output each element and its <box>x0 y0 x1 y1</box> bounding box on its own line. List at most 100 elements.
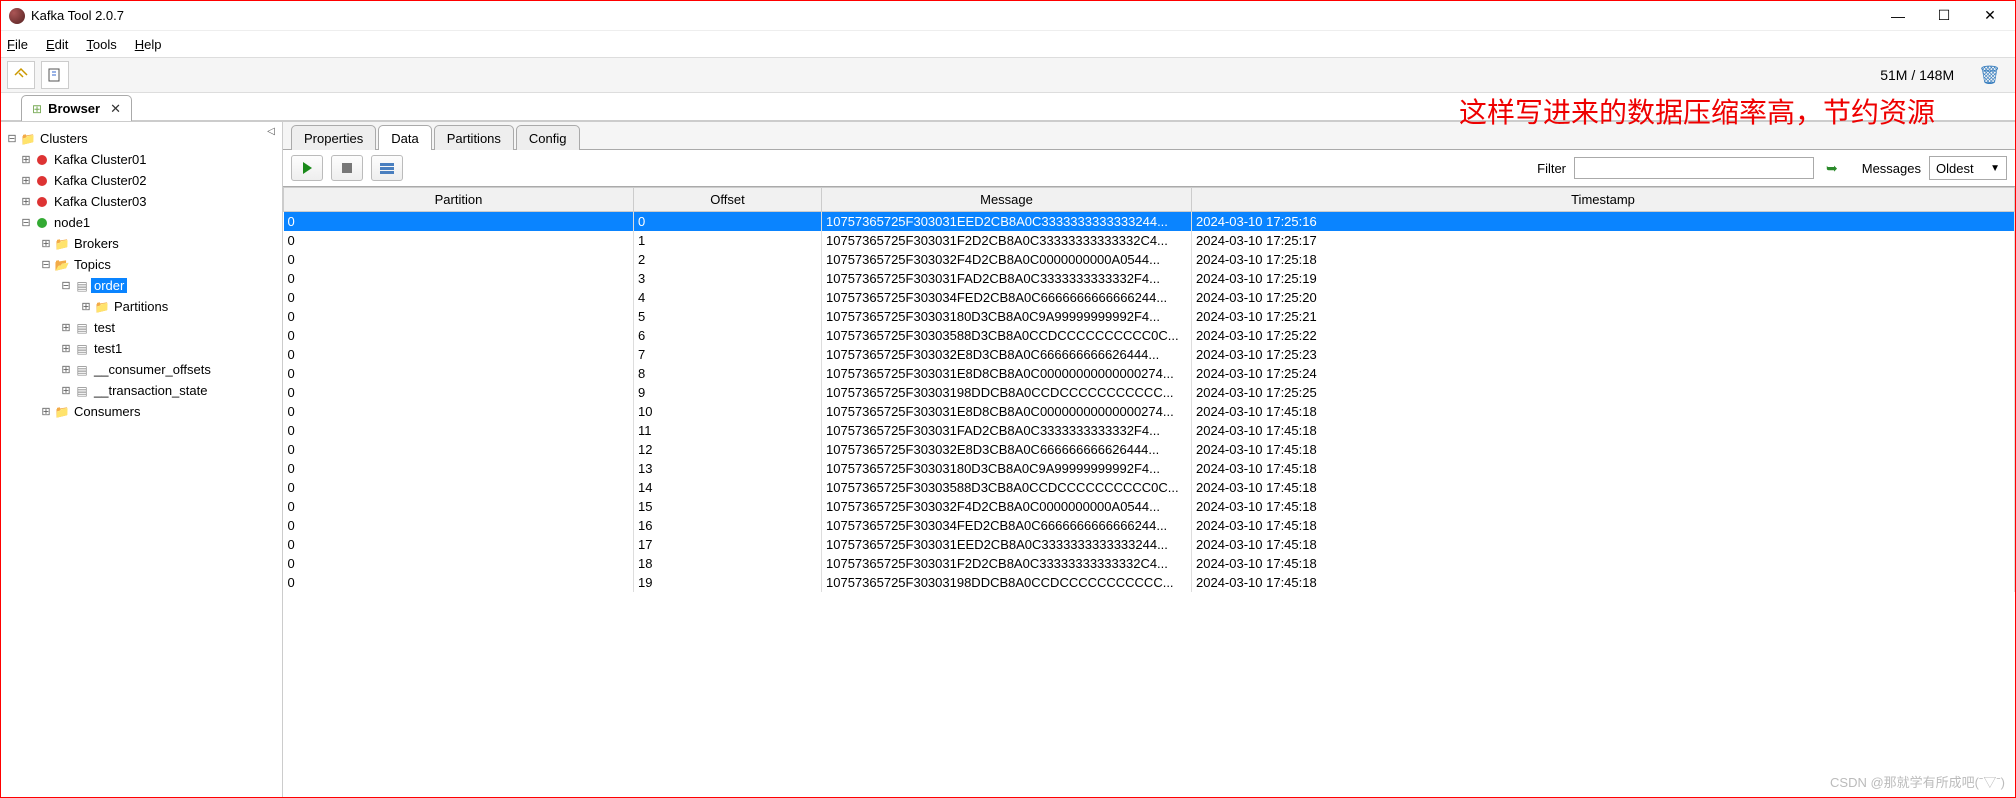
table-row[interactable]: 0610757365725F30303588D3CB8A0CCDCCCCCCCC… <box>284 326 2015 345</box>
tab-config[interactable]: Config <box>516 125 580 150</box>
cell-offset: 14 <box>634 478 822 497</box>
table-row[interactable]: 01410757365725F30303588D3CB8A0CCDCCCCCCC… <box>284 478 2015 497</box>
browser-tab-close[interactable]: ✕ <box>110 101 121 117</box>
tree-cluster02[interactable]: ⊞ Kafka Cluster02 <box>5 170 278 191</box>
table-row[interactable]: 0410757365725F303034FED2CB8A0C6666666666… <box>284 288 2015 307</box>
cell-timestamp: 2024-03-10 17:25:17 <box>1192 231 2015 250</box>
cell-message: 10757365725F303031E8D8CB8A0C000000000000… <box>822 364 1192 383</box>
menu-file[interactable]: File <box>7 37 28 52</box>
tab-data[interactable]: Data <box>378 125 431 150</box>
filter-input[interactable] <box>1574 157 1814 179</box>
messages-order-select[interactable]: Oldest ▼ <box>1929 156 2007 180</box>
menu-help[interactable]: Help <box>135 37 162 52</box>
col-message[interactable]: Message <box>822 188 1192 212</box>
table-row[interactable]: 01610757365725F303034FED2CB8A0C666666666… <box>284 516 2015 535</box>
table-row[interactable]: 01310757365725F30303180D3CB8A0C9A9999999… <box>284 459 2015 478</box>
cell-offset: 13 <box>634 459 822 478</box>
cell-timestamp: 2024-03-10 17:45:18 <box>1192 497 2015 516</box>
cell-timestamp: 2024-03-10 17:25:21 <box>1192 307 2015 326</box>
cell-offset: 18 <box>634 554 822 573</box>
col-offset[interactable]: Offset <box>634 188 822 212</box>
cell-timestamp: 2024-03-10 17:45:18 <box>1192 554 2015 573</box>
view-mode-button[interactable] <box>371 155 403 181</box>
tree-topic-order-partitions[interactable]: ⊞📁 Partitions <box>5 296 278 317</box>
maximize-button[interactable]: ☐ <box>1921 1 1967 31</box>
cell-partition: 0 <box>284 212 634 231</box>
watermark: CSDN @那就学有所成吧(ˉ▽ˉ) <box>1830 772 2005 791</box>
table-row[interactable]: 01110757365725F303031FAD2CB8A0C333333333… <box>284 421 2015 440</box>
table-row[interactable]: 0010757365725F303031EED2CB8A0C3333333333… <box>284 212 2015 231</box>
cell-partition: 0 <box>284 535 634 554</box>
play-button[interactable] <box>291 155 323 181</box>
cell-timestamp: 2024-03-10 17:25:16 <box>1192 212 2015 231</box>
cell-timestamp: 2024-03-10 17:45:18 <box>1192 478 2015 497</box>
toolbar-edit-button[interactable] <box>41 61 69 89</box>
browser-sidebar: ◁ ⊟📁 Clusters ⊞ Kafka Cluster01 ⊞ Kafka … <box>1 122 283 797</box>
table-row[interactable]: 0110757365725F303031F2D2CB8A0C3333333333… <box>284 231 2015 250</box>
cell-message: 10757365725F303032F4D2CB8A0C0000000000A0… <box>822 250 1192 269</box>
main-area: ◁ ⊟📁 Clusters ⊞ Kafka Cluster01 ⊞ Kafka … <box>1 121 2015 797</box>
cell-partition: 0 <box>284 364 634 383</box>
tree-topic-test1[interactable]: ⊞▤ test1 <box>5 338 278 359</box>
table-row[interactable]: 0210757365725F303032F4D2CB8A0C0000000000… <box>284 250 2015 269</box>
cell-message: 10757365725F303031EED2CB8A0C333333333333… <box>822 212 1192 231</box>
table-row[interactable]: 0310757365725F303031FAD2CB8A0C3333333333… <box>284 269 2015 288</box>
tree-topic-order[interactable]: ⊟▤ order <box>5 275 278 296</box>
browser-tab[interactable]: ⊞ Browser ✕ <box>21 95 132 121</box>
apply-filter-icon[interactable]: ➥ <box>1822 160 1842 177</box>
minimize-button[interactable]: — <box>1875 1 1921 31</box>
cell-message: 10757365725F303031FAD2CB8A0C333333333333… <box>822 421 1192 440</box>
tree-topic-test[interactable]: ⊞▤ test <box>5 317 278 338</box>
tree-topic-transaction-state[interactable]: ⊞▤ __transaction_state <box>5 380 278 401</box>
topic-icon: ▤ <box>73 321 91 335</box>
table-row[interactable]: 01210757365725F303032E8D3CB8A0C666666666… <box>284 440 2015 459</box>
table-row[interactable]: 0810757365725F303031E8D8CB8A0C0000000000… <box>284 364 2015 383</box>
table-row[interactable]: 01810757365725F303031F2D2CB8A0C333333333… <box>284 554 2015 573</box>
table-row[interactable]: 01710757365725F303031EED2CB8A0C333333333… <box>284 535 2015 554</box>
topic-icon: ▤ <box>73 363 91 377</box>
cell-offset: 5 <box>634 307 822 326</box>
stop-button[interactable] <box>331 155 363 181</box>
tree-topic-consumer-offsets[interactable]: ⊞▤ __consumer_offsets <box>5 359 278 380</box>
table-row[interactable]: 0510757365725F30303180D3CB8A0C9A99999999… <box>284 307 2015 326</box>
tree-brokers[interactable]: ⊞📁 Brokers <box>5 233 278 254</box>
tree-node1[interactable]: ⊟ node1 <box>5 212 278 233</box>
tab-partitions[interactable]: Partitions <box>434 125 514 150</box>
sidebar-collapse-icon[interactable]: ◁ <box>264 126 278 140</box>
trash-icon[interactable]: 🗑 <box>1970 65 2009 86</box>
tree-consumers[interactable]: ⊞📁 Consumers <box>5 401 278 422</box>
col-partition[interactable]: Partition <box>284 188 634 212</box>
tab-properties[interactable]: Properties <box>291 125 376 150</box>
tree-cluster03[interactable]: ⊞ Kafka Cluster03 <box>5 191 278 212</box>
tree-cluster01[interactable]: ⊞ Kafka Cluster01 <box>5 149 278 170</box>
cell-timestamp: 2024-03-10 17:25:23 <box>1192 345 2015 364</box>
cell-timestamp: 2024-03-10 17:45:18 <box>1192 402 2015 421</box>
cell-message: 10757365725F303031EED2CB8A0C333333333333… <box>822 535 1192 554</box>
tree-topics[interactable]: ⊟📂 Topics <box>5 254 278 275</box>
toolbar-connect-button[interactable] <box>7 61 35 89</box>
cell-partition: 0 <box>284 573 634 592</box>
table-row[interactable]: 01510757365725F303032F4D2CB8A0C000000000… <box>284 497 2015 516</box>
table-row[interactable]: 0910757365725F30303198DDCB8A0CCDCCCCCCCC… <box>284 383 2015 402</box>
messages-label: Messages <box>1862 161 1921 176</box>
cell-offset: 17 <box>634 535 822 554</box>
tree-root-clusters[interactable]: ⊟📁 Clusters <box>5 128 278 149</box>
table-row[interactable]: 0710757365725F303032E8D3CB8A0C6666666666… <box>284 345 2015 364</box>
cell-message: 10757365725F303031F2D2CB8A0C333333333333… <box>822 554 1192 573</box>
data-table-container[interactable]: Partition Offset Message Timestamp 00107… <box>283 186 2015 797</box>
cell-offset: 1 <box>634 231 822 250</box>
close-button[interactable]: ✕ <box>1967 1 2013 31</box>
cell-partition: 0 <box>284 307 634 326</box>
cell-timestamp: 2024-03-10 17:25:18 <box>1192 250 2015 269</box>
menu-tools[interactable]: Tools <box>86 37 116 52</box>
col-timestamp[interactable]: Timestamp <box>1192 188 2015 212</box>
folder-icon: 📁 <box>19 132 37 146</box>
cell-offset: 2 <box>634 250 822 269</box>
menu-edit[interactable]: Edit <box>46 37 68 52</box>
cell-timestamp: 2024-03-10 17:45:18 <box>1192 421 2015 440</box>
cell-partition: 0 <box>284 383 634 402</box>
cell-message: 10757365725F30303180D3CB8A0C9A9999999999… <box>822 459 1192 478</box>
table-row[interactable]: 01910757365725F30303198DDCB8A0CCDCCCCCCC… <box>284 573 2015 592</box>
table-row[interactable]: 01010757365725F303031E8D8CB8A0C000000000… <box>284 402 2015 421</box>
topic-icon: ▤ <box>73 342 91 356</box>
